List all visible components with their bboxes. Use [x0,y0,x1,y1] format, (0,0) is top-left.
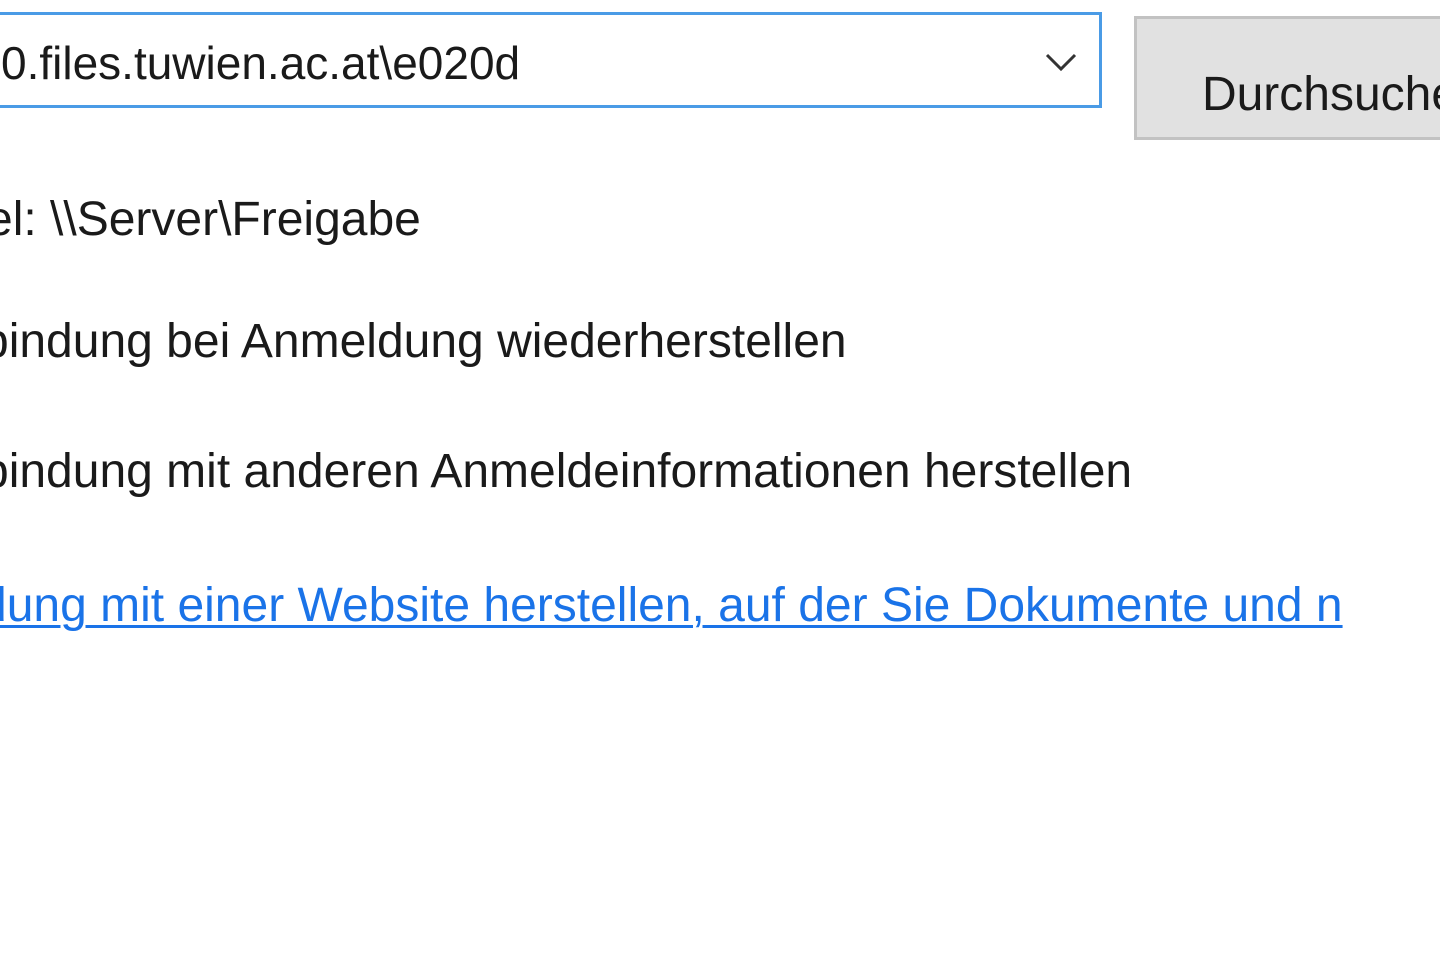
connect-website-link[interactable]: dung mit einer Website herstellen, auf d… [0,566,1440,646]
folder-combobox[interactable]: 0.files.tuwien.ac.at\e020d [0,12,1102,108]
browse-button[interactable]: Durchsuche [1134,16,1440,140]
example-hint: el: \\Server\Freigabe [0,193,421,246]
chevron-down-icon[interactable] [1041,47,1081,77]
reconnect-at-signin-label[interactable]: bindung bei Anmeldung wiederherstellen [0,312,847,372]
connect-different-credentials-label[interactable]: bindung mit anderen Anmeldeinformationen… [0,442,1132,502]
folder-input-value[interactable]: 0.files.tuwien.ac.at\e020d [1,35,520,91]
